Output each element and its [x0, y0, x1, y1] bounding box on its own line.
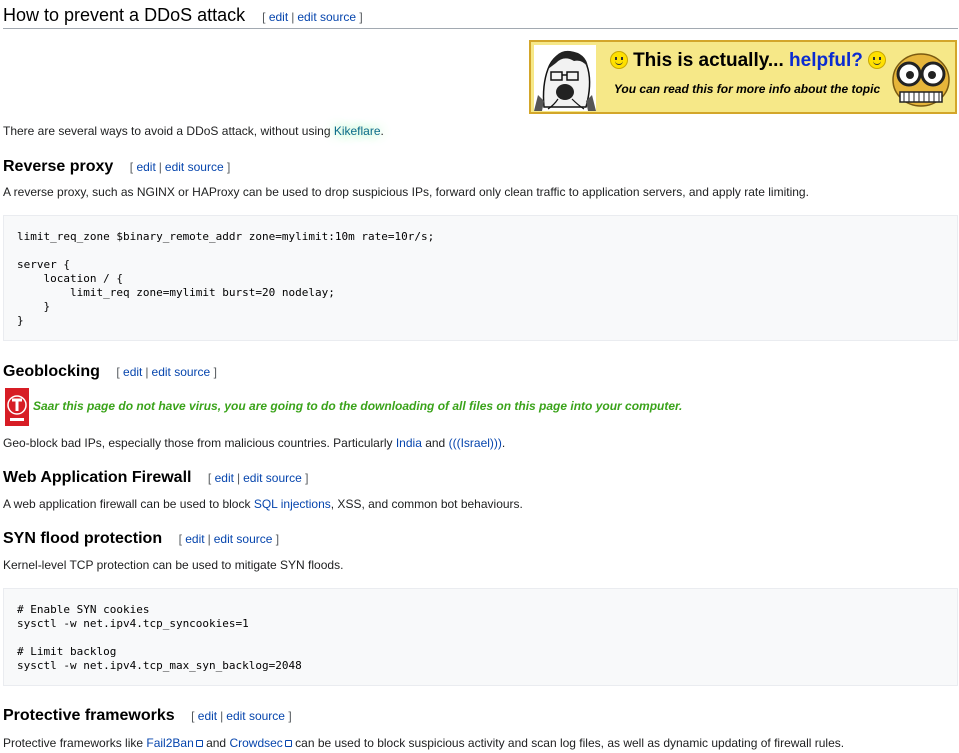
bracket-open: [: [178, 532, 182, 546]
smiley-icon: [868, 51, 887, 69]
crowdsec-link[interactable]: Crowdsec: [229, 736, 291, 750]
heading-waf: Web Application Firewall [ edit | edit sou…: [3, 468, 308, 488]
editsection: [ edit | edit source ]: [191, 709, 292, 723]
geoblocking-text-end: .: [501, 436, 506, 450]
editsection: [ edit | edit source ]: [130, 160, 231, 174]
title-editsection: [ edit | edit source ]: [262, 10, 363, 24]
banner-subtitle: You can read this for more info about th…: [613, 82, 881, 96]
geoblocking-text: Geo-block bad IPs, especially those from…: [3, 435, 505, 451]
frameworks-text-start: Protective frameworks like: [3, 736, 147, 750]
waf-text-start: A web application firewall can be used t…: [3, 497, 254, 511]
banner-title-text: This is actually...: [633, 50, 784, 71]
edit-source-link[interactable]: edit source: [243, 471, 302, 485]
soyjak-face-icon: [534, 45, 596, 111]
waf-text-end: , XSS, and common bot behaviours.: [330, 497, 523, 511]
edit-link[interactable]: edit: [123, 365, 142, 379]
heading-protective-frameworks: Protective frameworks [ edit | edit source…: [3, 706, 292, 726]
edit-link[interactable]: edit: [198, 709, 217, 723]
intro-paragraph: There are several ways to avoid a DDoS a…: [3, 123, 384, 139]
page-title-text: How to prevent a DDoS attack: [3, 5, 246, 25]
sql-injections-link[interactable]: SQL injections: [254, 497, 331, 511]
separator: |: [291, 10, 295, 24]
intro-text: There are several ways to avoid a DDoS a…: [3, 124, 334, 138]
separator: |: [145, 365, 149, 379]
title-edit-source-link[interactable]: edit source: [297, 10, 356, 24]
india-link[interactable]: India: [396, 436, 422, 450]
edit-link[interactable]: edit: [136, 160, 155, 174]
bracket-open: [: [191, 709, 195, 723]
bracket-close: ]: [359, 10, 363, 24]
heading-text: Web Application Firewall: [3, 469, 192, 486]
bracket-open: [: [262, 10, 266, 24]
reverse-proxy-text: A reverse proxy, such as NGINX or HAProx…: [3, 185, 809, 199]
separator: |: [158, 160, 162, 174]
geoblocking-text-start: Geo-block bad IPs, especially those from…: [3, 436, 396, 450]
bracket-open: [: [116, 365, 120, 379]
edit-link[interactable]: edit: [215, 471, 234, 485]
heading-reverse-proxy: Reverse proxy [ edit | edit source ]: [3, 157, 230, 177]
page-title: How to prevent a DDoS attack [ edit | edit…: [3, 4, 958, 29]
edit-link[interactable]: edit: [185, 532, 204, 546]
bracket-open: [: [129, 160, 134, 174]
warning-message: Saar this page do not have virus, you ar…: [33, 399, 683, 413]
heading-text: Protective frameworks: [3, 707, 175, 724]
editsection: [ edit | edit source ]: [116, 365, 217, 379]
bracket-open: [: [207, 471, 212, 485]
fail2ban-link[interactable]: Fail2Ban: [146, 736, 202, 750]
separator: |: [236, 471, 241, 485]
heading-text: SYN flood protection: [3, 530, 163, 547]
title-edit-link[interactable]: edit: [269, 10, 288, 24]
heading-geoblocking: Geoblocking [ edit | edit source ]: [3, 362, 217, 382]
banner-title-highlight: helpful?: [789, 50, 863, 71]
nerd-glasses-face-icon: [892, 53, 950, 107]
separator: |: [207, 532, 211, 546]
geoblocking-text-mid: and: [421, 436, 449, 450]
frameworks-text-mid: and: [202, 736, 230, 750]
helpful-banner: This is actually... helpful? You can rea…: [529, 40, 957, 114]
edit-source-link[interactable]: edit source: [226, 709, 285, 723]
bracket-close: ]: [213, 365, 217, 379]
intro-text-end: .: [380, 124, 384, 138]
edit-source-link[interactable]: edit source: [214, 532, 273, 546]
bracket-close: ]: [305, 471, 309, 485]
code-block-sysctl: # Enable SYN cookies sysctl -w net.ipv4.…: [3, 588, 958, 686]
syn-text: Kernel-level TCP protection can be used …: [3, 558, 344, 572]
bracket-close: ]: [226, 160, 231, 174]
bracket-close: ]: [275, 532, 280, 546]
kikeflare-link[interactable]: Kikeflare: [334, 124, 381, 138]
edit-source-link[interactable]: edit source: [165, 160, 224, 174]
smiley-icon: [609, 51, 628, 69]
heading-text: Reverse proxy: [3, 158, 114, 175]
waf-text: A web application firewall can be used t…: [3, 496, 523, 512]
frameworks-text: Protective frameworks like Fail2Ban and …: [3, 735, 844, 751]
editsection: [ edit | edit source ]: [208, 471, 309, 485]
editsection: [ edit | edit source ]: [179, 532, 280, 546]
bracket-close: ]: [288, 709, 292, 723]
frameworks-text-end: can be used to block suspicious activity…: [291, 736, 845, 750]
code-block-nginx: limit_req_zone $binary_remote_addr zone=…: [3, 215, 958, 341]
separator: |: [220, 709, 224, 723]
tseries-logo-icon: [5, 388, 29, 426]
israel-link[interactable]: (((Israel))): [449, 436, 502, 450]
banner-title: This is actually... helpful?: [603, 50, 893, 72]
heading-syn-flood: SYN flood protection [ edit | edit source …: [3, 529, 279, 549]
edit-source-link[interactable]: edit source: [152, 365, 211, 379]
heading-text: Geoblocking: [3, 363, 100, 380]
